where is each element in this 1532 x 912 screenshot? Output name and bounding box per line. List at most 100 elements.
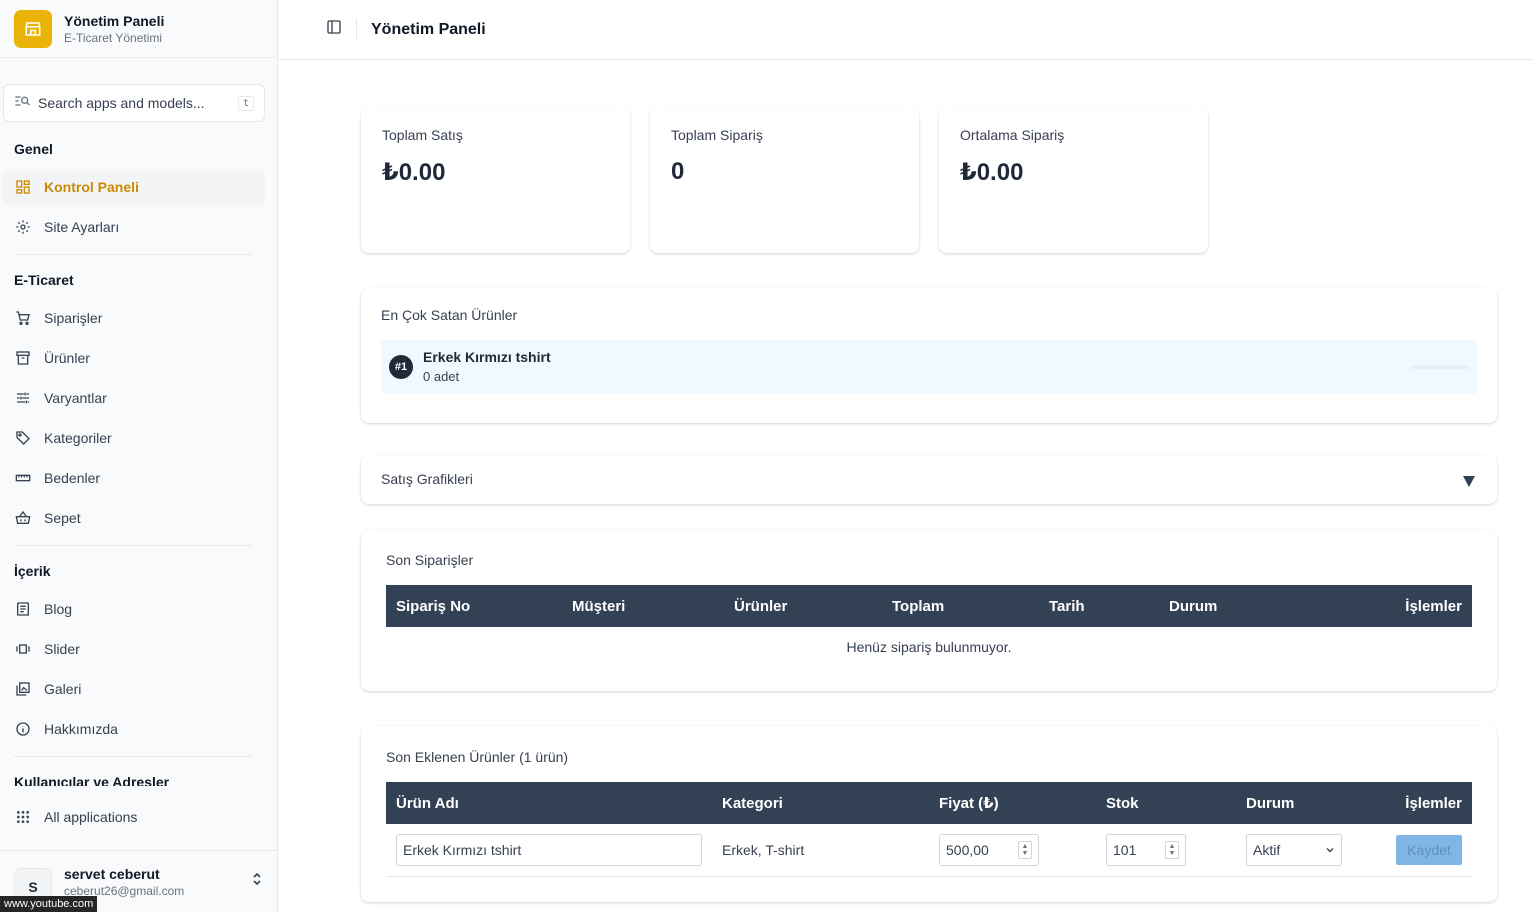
ruler-icon <box>14 469 32 487</box>
column-header[interactable]: Müşteri <box>562 585 724 627</box>
column-header[interactable]: Kategori <box>712 782 929 824</box>
store-icon <box>14 9 52 48</box>
brand[interactable]: Yönetim Paneli E-Ticaret Yönetimi <box>0 0 277 58</box>
cell-actions: Kaydet <box>1356 824 1472 877</box>
column-header[interactable]: Ürünler <box>724 585 882 627</box>
search-shortcut: t <box>237 95 254 111</box>
sidebar-item-kontrol-paneli[interactable]: Kontrol Paneli <box>3 169 265 205</box>
stat-value: ₺0.00 <box>960 159 1024 186</box>
grid-icon <box>14 808 32 826</box>
cell-stock: 101 ▲ ▼ <box>1096 824 1236 877</box>
stock-input[interactable]: 101 ▲ ▼ <box>1106 833 1186 866</box>
cell-status: Aktif <box>1236 824 1356 877</box>
column-header[interactable]: Durum <box>1159 585 1309 627</box>
sidebar-item-label: Slider <box>44 641 80 657</box>
cell-category: Erkek, T-shirt <box>712 824 929 877</box>
top-products-card: En Çok Satan Ürünler #1 Erkek Kırmızı ts… <box>361 288 1497 423</box>
column-header[interactable]: Ürün Adı <box>386 782 712 824</box>
card-title: En Çok Satan Ürünler <box>381 307 518 323</box>
sidebar-item-varyantlar[interactable]: Varyantlar <box>3 380 265 416</box>
sidebar-item-urunler[interactable]: Ürünler <box>3 340 265 376</box>
brand-title: Yönetim Paneli <box>64 12 165 29</box>
card-title: Son Eklenen Ürünler (1 ürün) <box>386 749 569 765</box>
stat-label: Ortalama Sipariş <box>960 127 1065 143</box>
sidebar-item-slider[interactable]: Slider <box>3 631 265 667</box>
chevron-up-down-icon[interactable] <box>251 871 263 892</box>
search-input[interactable]: Search apps and models... t <box>3 84 265 122</box>
list-item[interactable]: #1 Erkek Kırmızı tshirt 0 adet <box>381 340 1477 394</box>
triangle-down-icon <box>1463 476 1475 487</box>
brand-subtitle: E-Ticaret Yönetimi <box>64 30 163 45</box>
price-input[interactable]: 500,00 ▲ ▼ <box>939 833 1039 866</box>
column-header[interactable]: Durum <box>1236 782 1356 824</box>
sidebar-item-label: Kontrol Paneli <box>44 179 139 195</box>
column-header[interactable]: Sipariş No <box>386 585 562 627</box>
sidebar-item-label: Varyantlar <box>44 390 107 406</box>
sliders-icon <box>14 389 32 407</box>
document-icon <box>14 600 32 618</box>
sales-bar <box>1411 365 1469 369</box>
sidebar-item-all-applications[interactable]: All applications <box>3 799 265 835</box>
divider <box>14 545 252 546</box>
tag-icon <box>14 429 32 447</box>
user-name: servet ceberut <box>64 865 160 882</box>
section-title-eticaret: E-Ticaret <box>14 272 74 288</box>
sidebar-toggle-icon[interactable] <box>326 19 342 40</box>
card-title: Son Siparişler <box>386 552 474 568</box>
rank-badge: #1 <box>389 355 413 379</box>
status-select[interactable]: Aktif <box>1246 833 1342 866</box>
section-title-genel: Genel <box>14 141 53 157</box>
stat-value: ₺0.00 <box>382 159 446 186</box>
sidebar-item-label: Kategoriler <box>44 430 112 446</box>
number-stepper-icon[interactable]: ▲ ▼ <box>1165 840 1179 859</box>
sidebar-item-bedenler[interactable]: Bedenler <box>3 460 265 496</box>
table-header-row: Ürün Adı Kategori Fiyat (₺) Stok Durum İ… <box>386 782 1472 824</box>
section-title-kullanicilar: Kullanıcılar ve Adresler <box>14 774 170 786</box>
column-header[interactable]: İşlemler <box>1309 585 1472 627</box>
recent-products-card: Son Eklenen Ürünler (1 ürün) Ürün Adı Ka… <box>361 726 1497 902</box>
sidebar-item-label: Bedenler <box>44 470 101 486</box>
product-name-input[interactable]: Erkek Kırmızı tshirt <box>396 833 702 866</box>
save-button[interactable]: Kaydet <box>1396 834 1462 865</box>
sidebar-item-label: Ürünler <box>44 350 90 366</box>
gear-icon <box>14 218 32 236</box>
sales-charts-toggle[interactable]: Satış Grafikleri <box>361 455 1497 504</box>
column-header[interactable]: Tarih <box>1039 585 1159 627</box>
card-title: Satış Grafikleri <box>381 471 473 487</box>
empty-message: Henüz sipariş bulunmuyor. <box>846 639 1012 655</box>
sidebar: Yönetim Paneli E-Ticaret Yönetimi Search… <box>0 0 278 912</box>
sidebar-item-blog[interactable]: Blog <box>3 591 265 627</box>
stock-value: 101 <box>1113 841 1137 858</box>
sidebar-item-label: Hakkımızda <box>44 721 118 737</box>
products-table: Ürün Adı Kategori Fiyat (₺) Stok Durum İ… <box>386 782 1472 877</box>
dashboard-icon <box>14 178 32 196</box>
sidebar-item-kategoriler[interactable]: Kategoriler <box>3 420 265 456</box>
table-row: Erkek Kırmızı tshirt Erkek, T-shirt 500,… <box>386 824 1472 877</box>
chevron-down-icon <box>1325 842 1335 858</box>
table-header-row: Sipariş No Müşteri Ürünler Toplam Tarih … <box>386 585 1472 627</box>
stat-card-toplam-satis: Toplam Satış ₺0.00 <box>361 108 630 253</box>
url-overlay: www.youtube.com <box>0 896 98 912</box>
page-title: Yönetim Paneli <box>371 20 486 38</box>
search-icon <box>14 94 30 113</box>
sidebar-item-site-ayarlari[interactable]: Site Ayarları <box>3 209 265 245</box>
price-value: 500,00 <box>946 841 989 858</box>
stat-label: Toplam Satış <box>382 127 463 143</box>
sidebar-item-siparisler[interactable]: Siparişler <box>3 300 265 336</box>
stat-value: 0 <box>671 158 685 185</box>
column-header[interactable]: Stok <box>1096 782 1236 824</box>
column-header[interactable]: İşlemler <box>1356 782 1472 824</box>
sidebar-item-label: Siparişler <box>44 310 103 326</box>
section-title-icerik: İçerik <box>14 563 51 579</box>
column-header[interactable]: Fiyat (₺) <box>929 782 1096 824</box>
divider <box>14 756 252 757</box>
sidebar-item-galeri[interactable]: Galeri <box>3 671 265 707</box>
sidebar-item-hakkimizda[interactable]: Hakkımızda <box>3 711 265 747</box>
column-header[interactable]: Toplam <box>882 585 1039 627</box>
recent-orders-card: Son Siparişler Sipariş No Müşteri Ürünle… <box>361 530 1497 691</box>
number-stepper-icon[interactable]: ▲ ▼ <box>1018 840 1032 859</box>
sidebar-item-sepet[interactable]: Sepet <box>3 500 265 536</box>
sidebar-item-label: Sepet <box>44 510 81 526</box>
sidebar-item-label: Blog <box>44 601 73 617</box>
stat-label: Toplam Sipariş <box>671 127 763 143</box>
